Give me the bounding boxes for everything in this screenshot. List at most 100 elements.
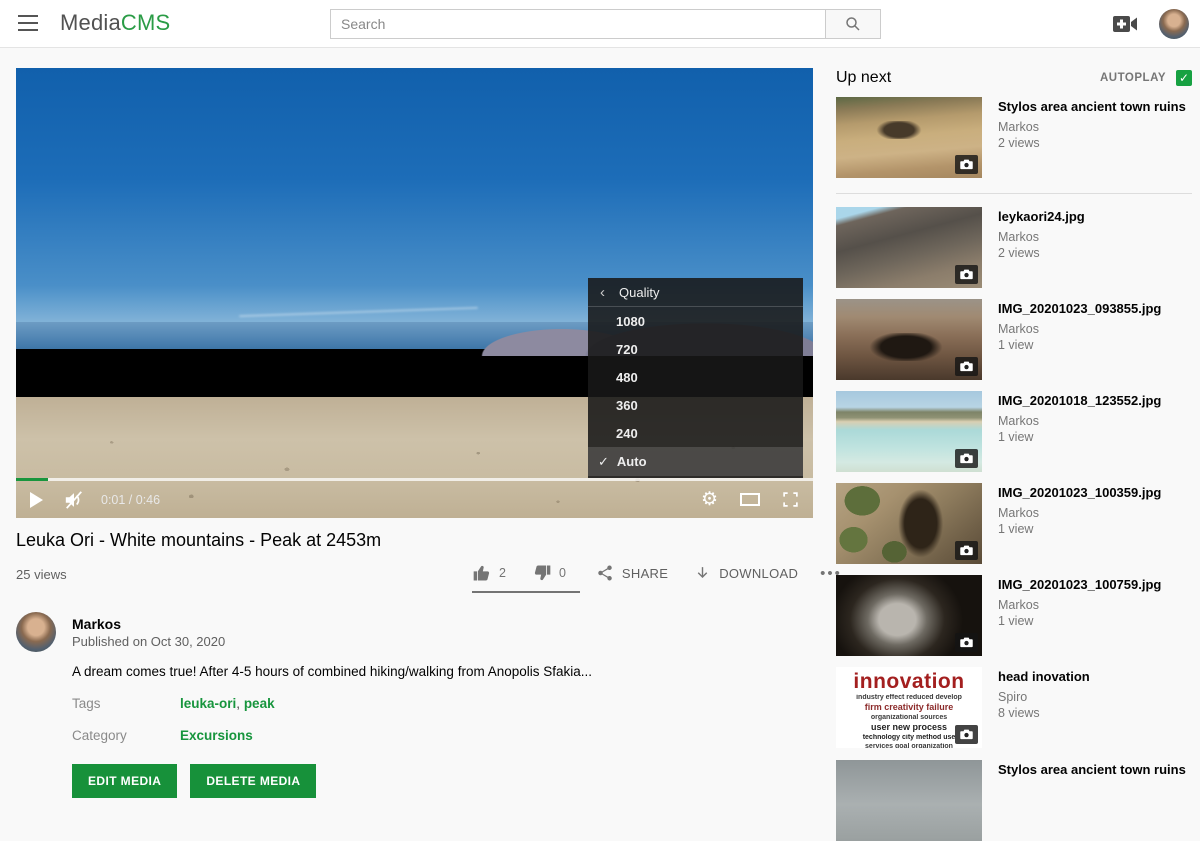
video-player[interactable]: ‹ Quality 1080 720 480 360 240 ✓ Auto 0:… <box>16 68 813 518</box>
quality-option-480[interactable]: 480 <box>588 363 803 391</box>
list-item: IMG_20201023_100359.jpg Markos 1 view <box>836 483 1192 564</box>
list-item-title[interactable]: head inovation <box>998 668 1090 685</box>
thumbnail[interactable] <box>836 760 982 841</box>
thumbnail[interactable] <box>836 575 982 656</box>
publish-date: Published on Oct 30, 2020 <box>72 634 225 649</box>
fullscreen-icon <box>782 491 799 508</box>
list-item: leykaori24.jpg Markos 2 views <box>836 207 1192 288</box>
wordcloud-text: innovation <box>841 671 977 692</box>
download-icon <box>694 565 711 582</box>
search-bar <box>330 9 881 39</box>
thumbnail[interactable] <box>836 299 982 380</box>
camera-badge <box>955 155 978 174</box>
tag-link-leuka-ori[interactable]: leuka-ori <box>180 696 236 711</box>
media-buttons: EDIT MEDIA DELETE MEDIA <box>72 764 316 798</box>
camera-icon <box>960 269 973 280</box>
theater-mode-icon <box>740 493 760 506</box>
list-item-author: Markos <box>998 598 1161 612</box>
author-avatar[interactable] <box>16 612 56 652</box>
quality-option-360[interactable]: 360 <box>588 391 803 419</box>
author-name[interactable]: Markos <box>72 616 121 632</box>
check-icon: ✓ <box>598 454 609 470</box>
list-item: Stylos area ancient town ruins <box>836 760 1192 841</box>
action-bar: 2 0 SHARE DOWNLOAD ••• <box>472 558 813 588</box>
tag-link-peak[interactable]: peak <box>244 696 275 711</box>
fullscreen-button[interactable] <box>782 491 799 508</box>
chevron-left-icon: ‹ <box>600 284 605 301</box>
autoplay-label: AUTOPLAY <box>1100 72 1166 84</box>
like-count: 2 <box>499 566 506 580</box>
quality-option-240[interactable]: 240 <box>588 419 803 447</box>
list-item-views: 1 view <box>998 430 1161 444</box>
like-underline <box>472 591 580 593</box>
camera-icon <box>960 637 973 648</box>
search-icon <box>844 15 862 33</box>
download-button[interactable]: DOWNLOAD <box>694 565 798 582</box>
camera-badge <box>955 633 978 652</box>
share-label: SHARE <box>622 566 668 581</box>
wordcloud-text: organizational sources <box>841 714 977 721</box>
download-label: DOWNLOAD <box>719 566 798 581</box>
quality-option-1080[interactable]: 1080 <box>588 307 803 335</box>
list-item-views: 8 views <box>998 706 1090 720</box>
play-icon <box>30 492 43 508</box>
list-item-author: Markos <box>998 506 1161 520</box>
user-avatar[interactable] <box>1159 9 1189 39</box>
dislike-count: 0 <box>559 566 566 580</box>
quality-menu-back[interactable]: ‹ Quality <box>588 278 803 307</box>
volume-muted-icon <box>63 490 85 510</box>
autoplay-control: AUTOPLAY ✓ <box>1056 70 1192 86</box>
thumbnail[interactable] <box>836 207 982 288</box>
list-item-author: Markos <box>998 414 1161 428</box>
thumbnail[interactable] <box>836 97 982 178</box>
quality-option-auto[interactable]: ✓ Auto <box>588 447 803 476</box>
list-item: IMG_20201018_123552.jpg Markos 1 view <box>836 391 1192 472</box>
wordcloud-text: industry effect reduced develop <box>841 694 977 701</box>
delete-media-button[interactable]: DELETE MEDIA <box>190 764 316 798</box>
dislike-button[interactable]: 0 <box>532 563 566 583</box>
search-input[interactable] <box>330 9 826 39</box>
list-item-title[interactable]: IMG_20201023_100359.jpg <box>998 484 1161 501</box>
list-item-title[interactable]: Stylos area ancient town ruins <box>998 98 1186 115</box>
top-bar: MediaCMS <box>0 0 1200 48</box>
tags-list: leuka-ori, peak <box>180 696 275 711</box>
mute-button[interactable] <box>63 490 85 510</box>
up-next-title: Up next <box>836 69 891 87</box>
list-item: IMG_20201023_093855.jpg Markos 1 view <box>836 299 1192 380</box>
list-item-views: 2 views <box>998 136 1186 150</box>
upload-media-icon[interactable] <box>1112 14 1138 34</box>
thumbnail[interactable]: innovation industry effect reduced devel… <box>836 667 982 748</box>
category-link-excursions[interactable]: Excursions <box>180 728 253 743</box>
edit-media-button[interactable]: EDIT MEDIA <box>72 764 177 798</box>
quality-menu-title: Quality <box>619 285 659 300</box>
list-item-views: 1 view <box>998 522 1161 536</box>
thumbnail[interactable] <box>836 391 982 472</box>
list-item-views: 1 view <box>998 338 1161 352</box>
menu-icon[interactable] <box>18 15 38 31</box>
theater-mode-button[interactable] <box>718 493 760 506</box>
logo-cms: CMS <box>121 10 171 35</box>
camera-icon <box>960 545 973 556</box>
camera-badge <box>955 265 978 284</box>
thumbnail[interactable] <box>836 483 982 564</box>
settings-button[interactable]: ⚙ <box>701 488 718 511</box>
play-button[interactable] <box>30 492 43 508</box>
list-item-title[interactable]: leykaori24.jpg <box>998 208 1085 225</box>
list-item-views: 2 views <box>998 246 1085 260</box>
list-item: IMG_20201023_100759.jpg Markos 1 view <box>836 575 1192 656</box>
list-item-title[interactable]: Stylos area ancient town ruins <box>998 761 1186 778</box>
list-item-title[interactable]: IMG_20201023_093855.jpg <box>998 300 1161 317</box>
search-button[interactable] <box>826 9 881 39</box>
camera-badge <box>955 357 978 376</box>
quality-option-auto-label: Auto <box>617 454 647 469</box>
view-count: 25 views <box>16 567 67 582</box>
quality-option-720[interactable]: 720 <box>588 335 803 363</box>
share-button[interactable]: SHARE <box>596 564 668 582</box>
tags-label: Tags <box>72 696 101 711</box>
list-item-title[interactable]: IMG_20201023_100759.jpg <box>998 576 1161 593</box>
camera-icon <box>960 453 973 464</box>
app-logo[interactable]: MediaCMS <box>60 10 170 36</box>
autoplay-checkbox[interactable]: ✓ <box>1176 70 1192 86</box>
list-item-title[interactable]: IMG_20201018_123552.jpg <box>998 392 1161 409</box>
like-button[interactable]: 2 <box>472 563 506 583</box>
